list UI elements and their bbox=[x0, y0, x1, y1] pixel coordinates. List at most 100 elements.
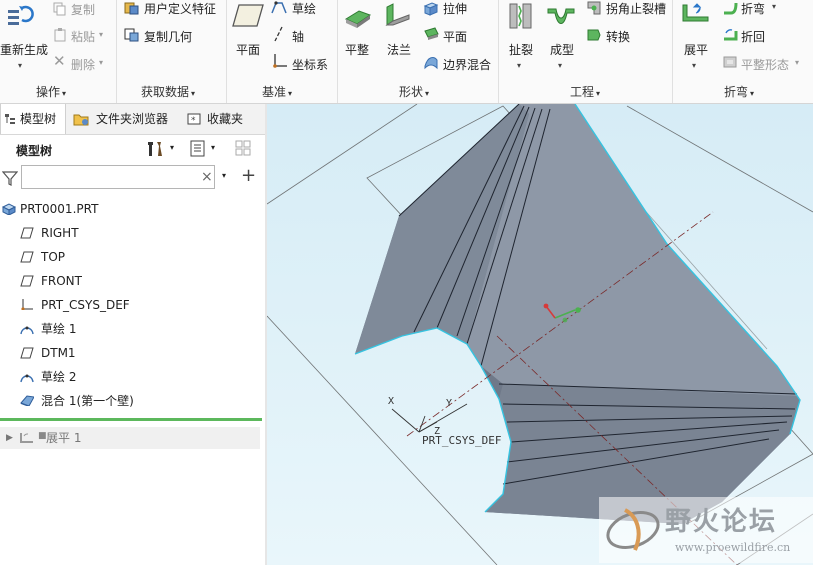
tab-favorites[interactable]: * 收藏夹 bbox=[183, 104, 253, 134]
group-label-shapes[interactable]: 形状 ▾ bbox=[399, 83, 429, 101]
show-list-icon[interactable] bbox=[190, 140, 206, 158]
tree-item-dtm1[interactable]: DTM1 bbox=[0, 342, 266, 364]
group-label-get-data[interactable]: 获取数据 ▾ bbox=[141, 83, 195, 101]
group-label-bend[interactable]: 折弯 ▾ bbox=[724, 83, 754, 101]
udf-button[interactable]: 用户定义特征 bbox=[144, 0, 216, 17]
tree-item-right[interactable]: RIGHT bbox=[0, 222, 266, 244]
copy-button[interactable]: 复制 bbox=[71, 1, 95, 18]
group-separator bbox=[337, 0, 338, 103]
model-tree-icon bbox=[5, 114, 15, 124]
convert-button[interactable]: 转换 bbox=[606, 28, 630, 45]
regenerate-button[interactable]: 重新生成 bbox=[0, 41, 48, 58]
flange-icon bbox=[385, 3, 410, 26]
unbend-button[interactable]: 展平 bbox=[684, 41, 708, 58]
bend-back-button[interactable]: 折回 bbox=[741, 28, 765, 45]
tree-search-input[interactable] bbox=[21, 165, 215, 189]
filter-icon[interactable] bbox=[2, 170, 18, 186]
tab-model-tree[interactable]: 模型树 bbox=[0, 104, 66, 134]
bend-button[interactable]: 折弯 bbox=[741, 0, 765, 17]
sketch-icon bbox=[271, 1, 287, 14]
flat-plane-button[interactable]: 平面 bbox=[443, 28, 467, 45]
corner-relief-button[interactable]: 拐角止裂槽 bbox=[606, 0, 666, 17]
watermark-url: www.proewildfire.cn bbox=[675, 541, 791, 554]
insert-indicator[interactable] bbox=[0, 418, 262, 421]
csys-icon bbox=[21, 299, 33, 310]
group-label-operations[interactable]: 操作 ▾ bbox=[36, 83, 66, 101]
favorites-icon: * bbox=[187, 113, 201, 125]
extrude-button[interactable]: 拉伸 bbox=[443, 0, 467, 17]
datum-plane-icon bbox=[20, 227, 34, 239]
group-separator bbox=[672, 0, 673, 103]
filter-dropdown-icon[interactable]: ▾ bbox=[222, 171, 226, 180]
bend-dropdown-icon[interactable]: ▾ bbox=[772, 2, 776, 11]
extrude-icon bbox=[423, 2, 439, 16]
copy-geometry-button[interactable]: 复制几何 bbox=[144, 28, 192, 45]
expand-arrow-icon[interactable]: ▶ bbox=[6, 427, 13, 449]
corner-relief-icon bbox=[587, 1, 601, 15]
clear-search-icon[interactable]: × bbox=[201, 169, 213, 185]
datum-plane-icon bbox=[232, 4, 264, 27]
boundary-blend-button[interactable]: 边界混合 bbox=[443, 56, 491, 73]
tree-item-part[interactable]: PRT0001.PRT bbox=[0, 198, 266, 220]
rip-dropdown-icon[interactable]: ▾ bbox=[517, 61, 521, 70]
form-button[interactable]: 成型 bbox=[550, 41, 574, 58]
unbend-icon bbox=[682, 3, 709, 22]
svg-text:*: * bbox=[191, 116, 196, 125]
flat-wall-button[interactable]: 平整 bbox=[345, 41, 369, 58]
flat-pattern-icon bbox=[723, 56, 737, 68]
udf-icon bbox=[124, 2, 139, 15]
add-column-icon[interactable]: + bbox=[241, 165, 256, 186]
axis-x-label: X bbox=[388, 396, 394, 407]
paste-button[interactable]: 粘贴 bbox=[71, 28, 95, 45]
flat-pattern-dropdown-icon[interactable]: ▾ bbox=[795, 58, 799, 67]
show-dropdown-icon[interactable]: ▾ bbox=[211, 143, 215, 152]
flange-button[interactable]: 法兰 bbox=[387, 41, 411, 58]
bend-back-icon bbox=[724, 29, 738, 41]
settings-tools-icon[interactable] bbox=[146, 140, 166, 158]
tree-item-top[interactable]: TOP bbox=[0, 246, 266, 268]
folder-browser-icon bbox=[73, 114, 89, 126]
regenerate-icon bbox=[8, 5, 34, 25]
csys-button[interactable]: 坐标系 bbox=[292, 56, 328, 73]
tree-item-front[interactable]: FRONT bbox=[0, 270, 266, 292]
group-label-datum[interactable]: 基准 ▾ bbox=[262, 83, 292, 101]
model-tree-title: 模型树 bbox=[16, 144, 53, 158]
delete-button[interactable]: 删除 bbox=[71, 56, 95, 73]
datum-plane-icon bbox=[20, 251, 34, 263]
csys-icon bbox=[273, 54, 287, 68]
tree-item-sketch-2[interactable]: 草绘 2 bbox=[0, 366, 266, 388]
tab-folder-browser[interactable]: 文件夹浏览器 bbox=[70, 104, 180, 134]
tree-item-blend[interactable]: 混合 1(第一个壁) bbox=[0, 390, 266, 412]
group-separator bbox=[226, 0, 227, 103]
navigator-tabs: 模型树 文件夹浏览器 * 收藏夹 bbox=[0, 104, 268, 135]
rip-icon bbox=[509, 3, 532, 29]
regenerate-dropdown-icon[interactable]: ▾ bbox=[18, 61, 22, 70]
datum-plane-button[interactable]: 平面 bbox=[236, 41, 260, 58]
rip-button[interactable]: 扯裂 bbox=[509, 41, 533, 58]
tree-item-csys[interactable]: PRT_CSYS_DEF bbox=[0, 294, 266, 316]
settings-dropdown-icon[interactable]: ▾ bbox=[170, 143, 174, 152]
group-separator bbox=[116, 0, 117, 103]
flat-pattern-button[interactable]: 平整形态 bbox=[741, 56, 789, 73]
form-dropdown-icon[interactable]: ▾ bbox=[558, 61, 562, 70]
flat-wall-icon bbox=[344, 10, 372, 28]
axis-button[interactable]: 轴 bbox=[292, 28, 304, 45]
paste-dropdown-icon[interactable]: ▾ bbox=[99, 30, 103, 39]
tree-item-unbend[interactable]: ▶ ■ 展平 1 bbox=[0, 427, 260, 449]
delete-dropdown-icon[interactable]: ▾ bbox=[99, 58, 103, 67]
blend-icon bbox=[20, 395, 34, 406]
datum-plane-icon bbox=[20, 347, 34, 359]
sketch-button[interactable]: 草绘 bbox=[292, 0, 316, 17]
group-label-engineering[interactable]: 工程 ▾ bbox=[570, 83, 600, 101]
column-settings-icon[interactable] bbox=[235, 140, 257, 158]
watermark: 野火论坛 www.proewildfire.cn bbox=[599, 497, 813, 563]
sketch-icon bbox=[20, 374, 34, 383]
unbend-dropdown-icon[interactable]: ▾ bbox=[692, 61, 696, 70]
graphics-viewport[interactable]: X Y Z PRT_CSYS_DEF 野火论坛 www.proewildfire… bbox=[267, 104, 813, 565]
model-view: X Y Z PRT_CSYS_DEF bbox=[267, 104, 813, 565]
boundary-blend-icon bbox=[424, 57, 438, 70]
axis-y-label: Y bbox=[446, 398, 452, 409]
tree-item-sketch-1[interactable]: 草绘 1 bbox=[0, 318, 266, 340]
form-icon bbox=[547, 8, 575, 24]
delete-icon: ✕ bbox=[53, 52, 66, 70]
